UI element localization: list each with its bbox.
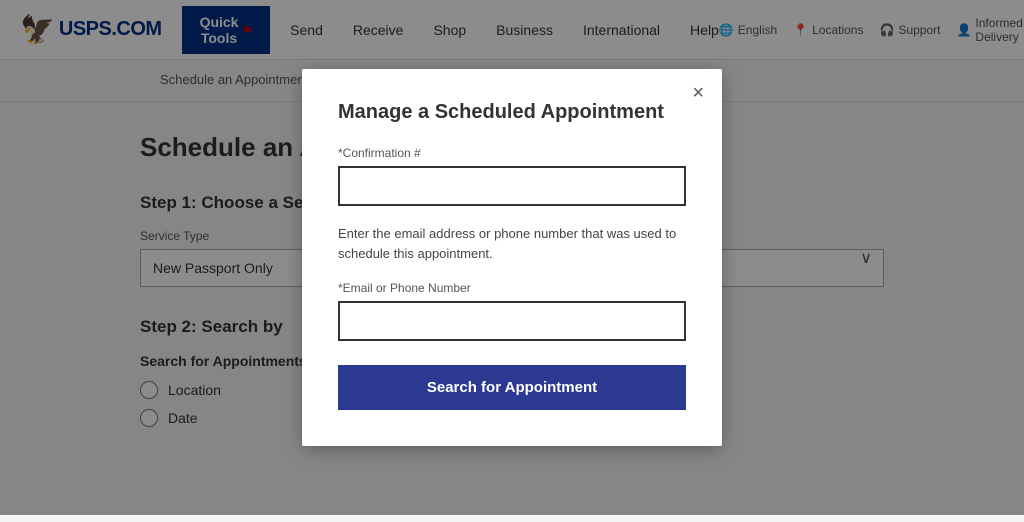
modal-hint: Enter the email address or phone number … (338, 224, 686, 263)
email-phone-input[interactable] (338, 301, 686, 341)
search-appointment-button[interactable]: Search for Appointment (338, 365, 686, 410)
email-phone-label: *Email or Phone Number (338, 281, 686, 295)
manage-appointment-modal: × Manage a Scheduled Appointment *Confir… (302, 69, 722, 446)
confirmation-input[interactable] (338, 166, 686, 206)
confirmation-label: *Confirmation # (338, 146, 686, 160)
modal-title: Manage a Scheduled Appointment (338, 101, 686, 124)
modal-close-button[interactable]: × (692, 83, 704, 103)
modal-overlay: × Manage a Scheduled Appointment *Confir… (0, 0, 1024, 515)
